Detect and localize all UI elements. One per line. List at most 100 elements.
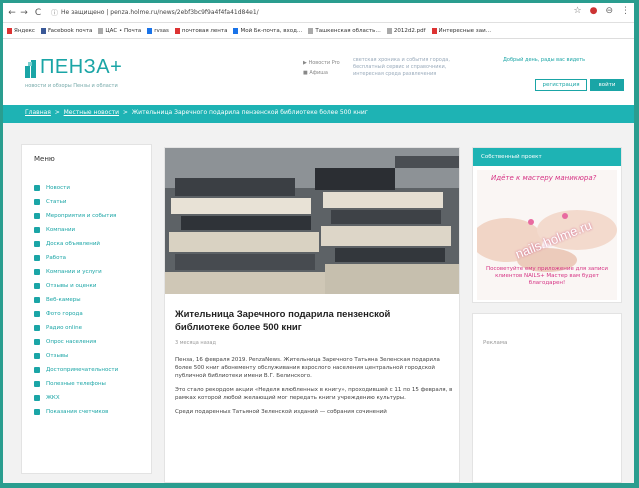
- article-paragraph: Это стало рекордом акции «Неделя влюблен…: [175, 387, 453, 401]
- board-icon: [34, 241, 40, 247]
- news-icon: [34, 185, 40, 191]
- ads-box: Реклама: [472, 313, 622, 483]
- menu-item-housing[interactable]: ЖКХ: [34, 391, 152, 405]
- bookmark-icon: [40, 27, 46, 34]
- menu-item-articles[interactable]: Статьи: [34, 195, 152, 209]
- menu-item-meters[interactable]: Показания счетчиков: [34, 405, 152, 419]
- sidebar-menu: Меню Новости Статьи Мероприятия и событи…: [21, 144, 152, 474]
- services-icon: [34, 269, 40, 275]
- info-icon[interactable]: ⓘ: [51, 8, 59, 18]
- bookmark-item[interactable]: ЦАС • Почта: [98, 27, 141, 34]
- bookmark-icon: [98, 27, 104, 34]
- afisha-link[interactable]: ■ Афиша: [303, 68, 340, 78]
- bookmark-item[interactable]: Интересные заи…: [431, 27, 491, 34]
- back-icon[interactable]: ←: [7, 7, 17, 19]
- chart-icon: [34, 339, 40, 345]
- photo-icon: [34, 311, 40, 317]
- comment-icon: [34, 353, 40, 359]
- logo-icon[interactable]: [25, 60, 37, 78]
- url-field[interactable]: Не защищено | penza.holme.ru/news/2ebf3b…: [61, 7, 491, 19]
- breadcrumb-separator: >: [122, 109, 128, 116]
- breadcrumb-current: Жительница Заречного подарила пензенской…: [131, 109, 368, 116]
- article-icon: [34, 199, 40, 205]
- menu-item-feedback[interactable]: Отзывы: [34, 349, 152, 363]
- menu-item-events[interactable]: Мероприятия и события: [34, 209, 152, 223]
- bookmark-item[interactable]: Мой Бк-почта, вход…: [233, 27, 302, 34]
- bookmarks-bar: Яндекс Facebook почта ЦАС • Почта rvsas …: [3, 23, 634, 39]
- bookmark-icon: [7, 27, 12, 34]
- article-paragraph: Пенза, 16 февраля 2019. PenzaNews. Жител…: [175, 357, 440, 379]
- building-icon: [34, 227, 40, 233]
- article-date: 3 месяца назад: [175, 340, 216, 346]
- menu-icon[interactable]: ⋮: [621, 6, 630, 20]
- article-title: Жительница Заречного подарила пензенской…: [175, 309, 391, 333]
- account-icon[interactable]: ⊖: [605, 6, 613, 20]
- login-button[interactable]: войти: [590, 79, 624, 91]
- breadcrumb-home[interactable]: Главная: [25, 109, 51, 116]
- menu-item-radio[interactable]: Радио online: [34, 321, 152, 335]
- header-links: ▶ Новости Pro ■ Афиша: [303, 58, 340, 78]
- ads-title: Реклама: [483, 340, 508, 346]
- site-header: ПЕНЗА+ новости и обзоры Пензы и области …: [3, 39, 634, 103]
- bookmark-item[interactable]: почтовая лента: [174, 27, 227, 34]
- menu-item-reviews[interactable]: Отзывы и оценки: [34, 279, 152, 293]
- briefcase-icon: [34, 255, 40, 261]
- breadcrumb: Главная > Местные новости > Жительница З…: [3, 105, 634, 123]
- camera-icon: [34, 297, 40, 303]
- bookmark-icon: [386, 27, 392, 34]
- menu-item-services[interactable]: Компании и услуги: [34, 265, 152, 279]
- menu-title: Меню: [34, 155, 55, 163]
- site-tagline: новости и обзоры Пензы и области: [25, 83, 118, 89]
- phone-icon: [34, 381, 40, 387]
- bookmark-item[interactable]: Яндекс: [7, 27, 35, 34]
- promo-image[interactable]: Идёте к мастеру маникюра? nails.holme.ru…: [477, 170, 617, 300]
- calendar-icon: [34, 213, 40, 219]
- address-bar: ← → C ⓘ Не защищено | penza.holme.ru/new…: [3, 3, 634, 23]
- bookmark-icon: [308, 27, 314, 34]
- promo-line-2: Посоветуйте ему приложение для записи кл…: [485, 266, 609, 286]
- promo-header: Собственный проект: [473, 148, 621, 166]
- promo-banner[interactable]: Собственный проект Идёте к мастеру маник…: [472, 147, 622, 303]
- bookmark-item[interactable]: Ташкенская область…: [308, 27, 381, 34]
- bookmark-item[interactable]: 2012d2.pdf: [386, 27, 426, 34]
- radio-icon: [34, 325, 40, 331]
- house-icon: [34, 395, 40, 401]
- bookmark-icon: [431, 27, 437, 34]
- bookmark-item[interactable]: Facebook почта: [40, 27, 92, 34]
- breadcrumb-section[interactable]: Местные новости: [64, 109, 119, 116]
- bookmark-item[interactable]: rvsas: [147, 27, 169, 34]
- article-paragraph: Среди подаренных Татьяной Зеленской изда…: [175, 409, 387, 415]
- header-description: светская хроника и события города, беспл…: [353, 57, 450, 77]
- promo-line-1: Идёте к мастеру маникюра?: [491, 174, 597, 182]
- menu-item-sights[interactable]: Достопримечательности: [34, 363, 152, 377]
- menu-list: Новости Статьи Мероприятия и события Ком…: [34, 181, 152, 419]
- breadcrumb-trail: Главная > Местные новости > Жительница З…: [25, 109, 368, 116]
- article-body: Пенза, 16 февраля 2019. PenzaNews. Жител…: [175, 356, 453, 422]
- bookmark-icon: [174, 27, 180, 34]
- meter-icon: [34, 409, 40, 415]
- menu-item-classifieds[interactable]: Доска объявлений: [34, 237, 152, 251]
- menu-item-phones[interactable]: Полезные телефоны: [34, 377, 152, 391]
- star-icon[interactable]: ☆: [574, 6, 582, 20]
- landmark-icon: [34, 367, 40, 373]
- menu-item-webcams[interactable]: Веб-камеры: [34, 293, 152, 307]
- site-logo[interactable]: ПЕНЗА+: [40, 56, 122, 79]
- menu-item-news[interactable]: Новости: [34, 181, 152, 195]
- article-card: Жительница Заречного подарила пензенской…: [164, 147, 460, 483]
- browser-window: ← → C ⓘ Не защищено | penza.holme.ru/new…: [3, 3, 634, 483]
- register-button[interactable]: регистрация: [535, 79, 587, 91]
- star-icon: [34, 283, 40, 289]
- greeting-text: Добрый день, рады вас видеть: [503, 57, 586, 63]
- menu-item-poll[interactable]: Опрос населения: [34, 335, 152, 349]
- reload-icon[interactable]: C: [33, 7, 43, 19]
- bookmark-icon: [233, 27, 239, 34]
- news-pro-link[interactable]: ▶ Новости Pro: [303, 58, 340, 68]
- menu-item-jobs[interactable]: Работа: [34, 251, 152, 265]
- menu-item-companies[interactable]: Компании: [34, 223, 152, 237]
- forward-icon[interactable]: →: [19, 7, 29, 19]
- extension-icon[interactable]: ●: [590, 6, 598, 20]
- menu-item-photos[interactable]: Фото города: [34, 307, 152, 321]
- article-photo: [165, 148, 459, 294]
- breadcrumb-separator: >: [54, 109, 60, 116]
- bookmark-icon: [147, 27, 153, 34]
